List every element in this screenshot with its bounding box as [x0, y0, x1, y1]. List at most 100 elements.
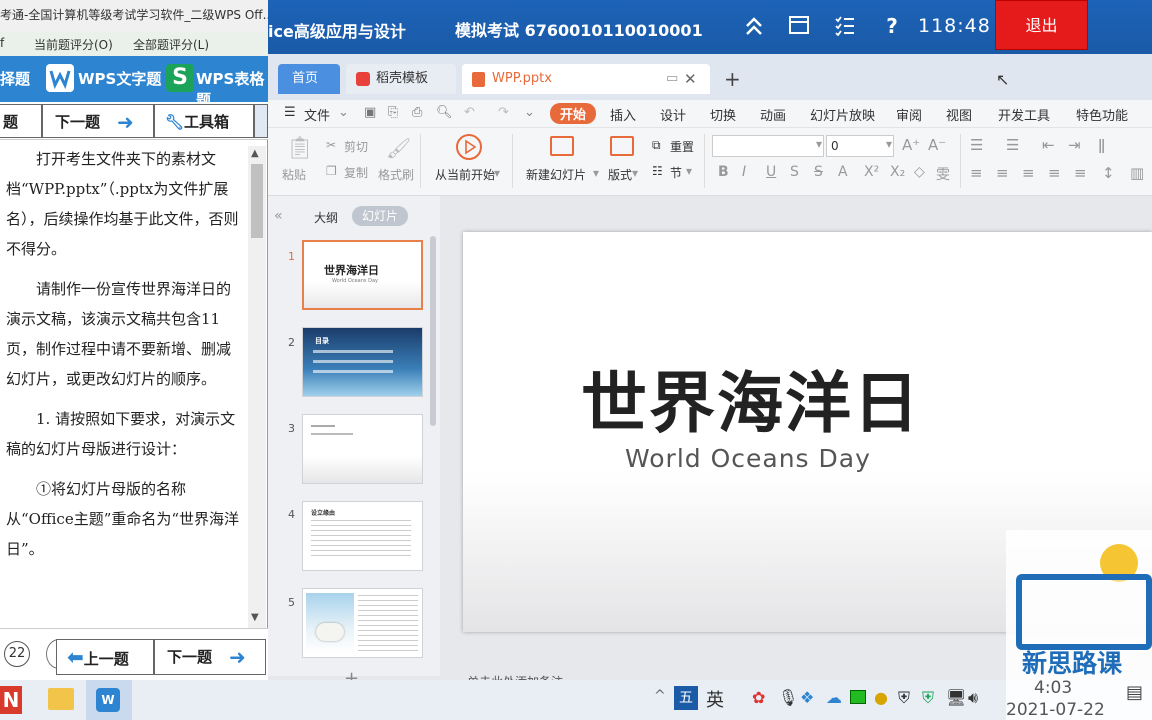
prev-question-button[interactable]: 题 [0, 104, 42, 138]
close-tab-icon[interactable]: ✕ [684, 64, 697, 94]
reset-button[interactable]: 重置 [670, 138, 694, 155]
menu-insert[interactable]: 插入 [610, 105, 636, 124]
tray-green-shield-icon[interactable]: ⛨ [922, 688, 934, 708]
ime-indicator[interactable]: 五 [674, 686, 698, 710]
clear-format-icon[interactable]: ◇ [914, 164, 925, 180]
tab-wpp-pptx[interactable]: WPP.pptx ▭ ✕ [462, 64, 710, 94]
tray-layers-icon[interactable]: ❖ [800, 688, 814, 707]
chevron-down-icon[interactable]: ▾ [632, 166, 638, 180]
chevron-down-icon[interactable]: ▾ [494, 166, 500, 180]
slide-thumbnail-2[interactable]: 目录 [302, 327, 423, 397]
menu-animation[interactable]: 动画 [760, 105, 786, 124]
section-button[interactable]: 节 [670, 164, 682, 181]
format-painter-icon[interactable]: 🖌︎ [386, 136, 411, 160]
export-icon[interactable]: ⎘ [388, 105, 398, 120]
ime-english-icon[interactable]: 英 [706, 686, 724, 712]
reset-icon[interactable]: ⧉ [652, 138, 661, 153]
subscript-icon[interactable]: X₂ [890, 164, 905, 180]
quick-access-chevron-icon[interactable]: ⌄ [524, 105, 535, 120]
line-spacing-icon[interactable]: ↕ [1102, 164, 1115, 182]
wps-taskbar-button[interactable]: W [86, 680, 132, 720]
notification-icon[interactable]: ▤ [1126, 682, 1143, 703]
file-explorer-icon[interactable] [48, 688, 74, 710]
decrease-indent-icon[interactable]: ⇤ [1042, 136, 1055, 154]
chevron-down-icon[interactable]: ⌄ [338, 105, 349, 120]
menu-developer[interactable]: 开发工具 [998, 105, 1050, 124]
app-n-icon[interactable]: N [0, 686, 22, 714]
save-icon[interactable]: ▣ [364, 105, 376, 120]
chevron-down-icon[interactable]: ▾ [886, 137, 892, 151]
cut-icon[interactable]: ✂ [326, 138, 336, 152]
font-color-icon[interactable]: A [838, 164, 848, 180]
choice-question-tab[interactable]: 择题 [0, 68, 30, 89]
chevron-up-icon[interactable]: ^ [654, 688, 666, 704]
slide-subtitle[interactable]: World Oceans Day [625, 444, 871, 473]
next-question-button[interactable]: 下一题 ➜ [42, 104, 154, 138]
copy-icon[interactable]: ❐ [326, 164, 337, 178]
menu-transition[interactable]: 切换 [710, 105, 736, 124]
menu-start[interactable]: 开始 [550, 103, 597, 124]
shadow-icon[interactable]: S [790, 164, 799, 180]
cut-button[interactable]: 剪切 [344, 138, 368, 155]
bullet-list-icon[interactable]: ☰ [970, 136, 983, 154]
redo-icon[interactable]: ↷ [498, 105, 509, 120]
underline-icon[interactable]: U [766, 164, 776, 180]
thumbnail-scrollbar[interactable] [430, 236, 436, 426]
print-icon[interactable]: ⎙ [412, 105, 422, 120]
menu-item-current-score[interactable]: 当前题评分(O) [34, 36, 113, 53]
text-direction-icon[interactable]: ǁ [1098, 136, 1105, 154]
menu-slideshow[interactable]: 幻灯片放映 [810, 105, 875, 124]
microphone-icon[interactable]: 🎙︎ [778, 688, 798, 707]
menu-design[interactable]: 设计 [660, 105, 686, 124]
exit-button[interactable]: 退出 [995, 0, 1088, 50]
scroll-thumb[interactable] [251, 164, 263, 238]
layout-icon[interactable] [610, 136, 634, 156]
align-left-icon[interactable]: ≡ [970, 164, 983, 182]
tray-app-icon[interactable]: ✿ [752, 688, 765, 707]
slide-thumbnail-3[interactable] [302, 414, 423, 484]
tray-cloud-icon[interactable]: ☁ [826, 688, 842, 707]
align-center-icon[interactable]: ≡ [996, 164, 1009, 182]
paste-icon[interactable]: 📋︎ [286, 136, 314, 161]
new-tab-icon[interactable]: + [720, 64, 744, 94]
slide-thumbnail-5[interactable] [302, 588, 423, 658]
increase-font-icon[interactable]: A⁺ [902, 136, 920, 154]
superscript-icon[interactable]: X² [864, 164, 879, 180]
menu-features[interactable]: 特色功能 [1076, 105, 1128, 124]
slide-thumbnail-4[interactable]: 设立缘由 [302, 501, 423, 571]
bottom-prev-question-button[interactable]: ⬅上一题 [56, 639, 154, 675]
window-icon[interactable] [787, 14, 811, 38]
scroll-down-icon[interactable]: ▼ [251, 612, 259, 623]
collapse-icon[interactable] [742, 14, 766, 38]
tray-nvidia-icon[interactable] [850, 690, 866, 704]
menu-item-all-score[interactable]: 全部题评分(L) [133, 36, 209, 53]
menu-view[interactable]: 视图 [946, 105, 972, 124]
preview-icon[interactable]: 🔍︎ [436, 105, 453, 120]
decrease-font-icon[interactable]: A⁻ [928, 136, 946, 154]
section-icon[interactable]: ☷ [652, 164, 663, 178]
increase-indent-icon[interactable]: ⇥ [1068, 136, 1081, 154]
bold-icon[interactable]: B [718, 164, 729, 180]
network-icon[interactable]: 🖥︎ [946, 688, 966, 707]
volume-icon[interactable]: 🔊︎ [968, 688, 978, 708]
undo-icon[interactable]: ↶ [464, 105, 475, 120]
tab-docer-template[interactable]: 稻壳模板 [346, 64, 456, 94]
align-right-icon[interactable]: ≡ [1022, 164, 1035, 182]
question-number-badge[interactable]: 22 [4, 641, 30, 667]
play-icon[interactable] [456, 134, 482, 160]
copy-button[interactable]: 复制 [344, 164, 368, 181]
justify-icon[interactable]: ≡ [1048, 164, 1061, 182]
tray-security-icon[interactable]: ● [874, 688, 888, 707]
layout-button[interactable]: 版式 [608, 166, 632, 183]
chevron-down-icon[interactable]: ▾ [593, 166, 599, 180]
toolbox-button[interactable]: 🔧︎工具箱 [154, 104, 254, 138]
menu-review[interactable]: 审阅 [896, 105, 922, 124]
restore-tab-icon[interactable]: ▭ [666, 64, 678, 94]
paste-button[interactable]: 粘贴 [282, 166, 306, 183]
font-size-select[interactable]: 0 [826, 135, 894, 157]
chevron-down-icon[interactable]: ▾ [816, 137, 822, 151]
question-scrollbar[interactable]: ▲ ▼ [248, 146, 266, 628]
slide-thumbnail-1[interactable]: 世界海洋日 World Oceans Day [302, 240, 423, 310]
play-from-current-button[interactable]: 从当前开始 [435, 166, 495, 183]
scroll-up-icon[interactable]: ▲ [251, 148, 259, 159]
